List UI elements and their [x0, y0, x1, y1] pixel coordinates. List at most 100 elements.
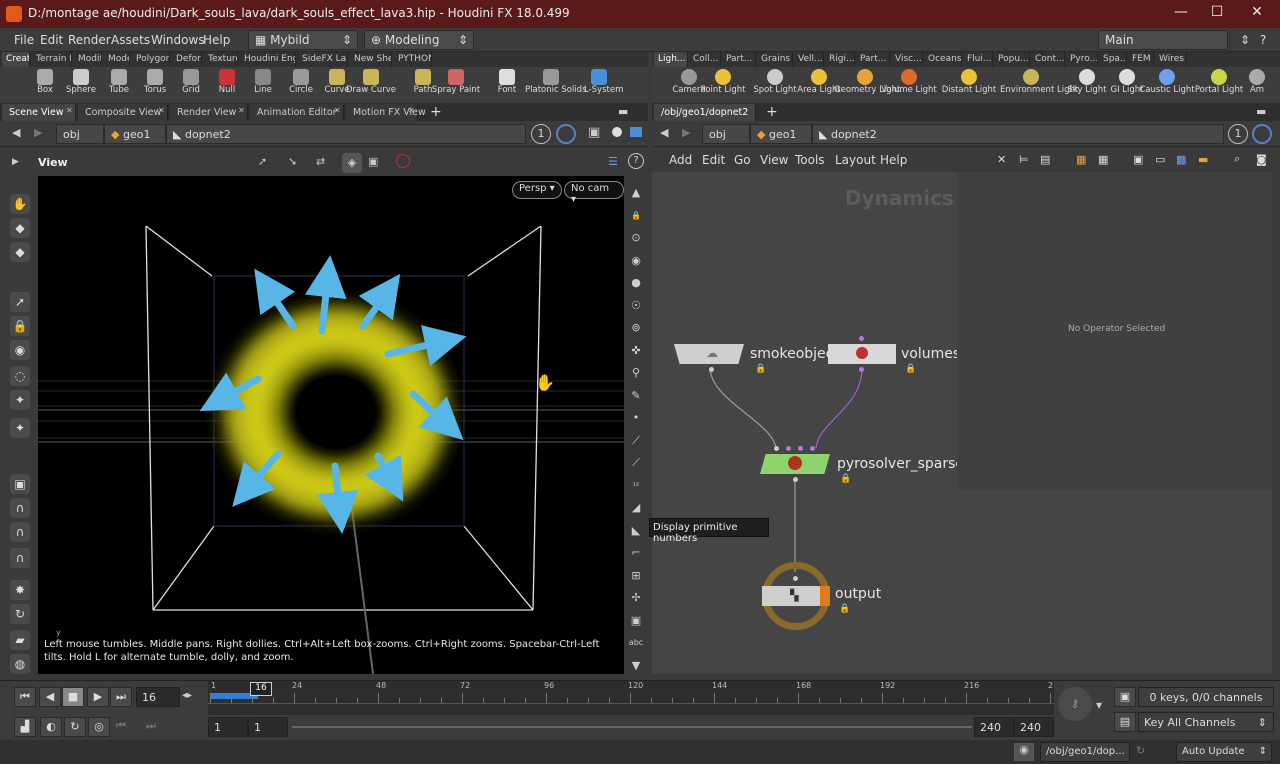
pane-menu-icon[interactable]: ▬ [618, 105, 628, 118]
tool-grid[interactable]: Grid [176, 67, 206, 103]
jump-start-button[interactable]: ⏮ [14, 687, 36, 707]
tool-volume-light[interactable]: Volume Light [878, 67, 940, 103]
shelf-tab-model[interactable]: Model [104, 52, 130, 67]
net-menu-tools[interactable]: Tools [795, 153, 825, 167]
display-option-icon[interactable]: ✜ [627, 342, 645, 360]
viewport-menu-icon[interactable]: ▶ [12, 157, 19, 167]
shelf-tab-python[interactable]: PYTHON [394, 52, 432, 67]
input-connector-2[interactable] [786, 446, 791, 451]
grid-view-icon[interactable]: ▦ [1076, 153, 1086, 166]
snap-icon[interactable]: ◈ [342, 153, 362, 173]
magnet-icon[interactable]: ∩ [10, 548, 30, 568]
breadcrumb-geo[interactable]: ◆ geo1 [750, 124, 812, 144]
shelf-tab-sidefx-labs[interactable]: SideFX Labs [298, 52, 348, 67]
loop-icon[interactable]: ↻ [64, 717, 86, 737]
persp-menu[interactable]: Persp ▾ [512, 181, 562, 199]
pane-menu-icon[interactable]: ▬ [1256, 105, 1266, 118]
breadcrumb-dopnet[interactable]: ◣ dopnet2 [166, 124, 526, 144]
tool-sky-light[interactable]: Sky Light [1065, 67, 1109, 103]
close-tab-icon[interactable]: ✕ [334, 106, 341, 115]
close-tab-icon[interactable]: ✕ [238, 106, 245, 115]
shelf-tab-houdini-engine[interactable]: Houdini Engine [240, 52, 296, 67]
display-option-icon[interactable]: ⟋ [627, 454, 645, 472]
shelf-tab-wires-15[interactable]: Wires [1155, 52, 1187, 67]
current-frame-field[interactable]: 16 [136, 687, 180, 707]
params-scrollbar[interactable] [1272, 172, 1280, 674]
net-menu-layout[interactable]: Layout [835, 153, 876, 167]
display-option-icon[interactable]: ● [627, 274, 645, 292]
tool-tube[interactable]: Tube [104, 67, 134, 103]
box-select-icon[interactable]: ▣ [10, 474, 30, 494]
shelf-tab-flui--9[interactable]: Flui... [963, 52, 993, 67]
minimize-button[interactable]: — [1170, 4, 1192, 24]
forward-arrow-icon[interactable]: ▶ [682, 126, 690, 139]
shelf-tab-part--6[interactable]: Part... [856, 52, 890, 67]
shelf-tab-vell--4[interactable]: Vell... [794, 52, 824, 67]
display-option-icon[interactable]: ⊞ [627, 567, 645, 585]
tool-distant-light[interactable]: Distant Light [938, 67, 1000, 103]
stop-button[interactable]: ■ [62, 687, 84, 707]
key-prev-icon[interactable]: ⏮ [116, 719, 126, 733]
shelf-tab-rigi--5[interactable]: Rigi... [825, 52, 855, 67]
close-button[interactable]: ✕ [1246, 4, 1268, 24]
menu-help[interactable]: Help [203, 33, 230, 47]
playback-end-field[interactable]: 240 [974, 717, 1014, 737]
input-connector-3[interactable] [798, 446, 803, 451]
shelf-tab-part--2[interactable]: Part... [722, 52, 756, 67]
shelf-tab-ligh--0[interactable]: Ligh... [654, 52, 688, 67]
palette-icon[interactable]: ▩ [1176, 153, 1186, 166]
display-option-icon[interactable]: • [627, 409, 645, 427]
table-icon[interactable]: ▦ [1098, 153, 1108, 166]
chevron-updown-icon[interactable]: ⇕ [1240, 33, 1250, 47]
camera-icon[interactable]: ◙ [1256, 153, 1267, 166]
tool-torus[interactable]: Torus [140, 67, 170, 103]
display-option-icon[interactable]: ⊙ [627, 229, 645, 247]
keys-status[interactable]: 0 keys, 0/0 channels [1138, 687, 1274, 707]
display-option-icon[interactable]: ☉ [627, 297, 645, 315]
folder-icon[interactable]: ▬ [1198, 153, 1208, 166]
add-tab-icon[interactable]: + [766, 104, 778, 120]
tool-line[interactable]: Line [248, 67, 278, 103]
magnet-icon[interactable]: ∩ [10, 498, 30, 518]
list-icon[interactable]: ▤ [1040, 153, 1050, 166]
input-connector[interactable] [859, 336, 864, 341]
network-canvas[interactable]: Dynamics ☁ smokeobjec 🔒 volumes 🔒 pyroso… [652, 172, 973, 674]
menu-assets[interactable]: Assets [111, 33, 150, 47]
range-slider[interactable] [292, 726, 972, 728]
output-connector[interactable] [709, 367, 714, 372]
record-icon[interactable] [396, 154, 410, 168]
pyrosolver-node[interactable] [760, 446, 830, 482]
display-flag[interactable] [820, 586, 830, 606]
key-all-channels-select[interactable]: Key All Channels ⇕ [1138, 712, 1274, 732]
start-frame-field[interactable]: 1 [208, 717, 248, 737]
display-option-icon[interactable]: abc [627, 634, 645, 652]
breadcrumb-obj[interactable]: obj [56, 124, 104, 144]
display-option-icon[interactable]: 🔒 [627, 207, 645, 225]
desktop-select[interactable]: ▦ Mybild ⇕ [248, 30, 358, 50]
display-options-icon[interactable]: ☰ [608, 155, 618, 168]
search-icon[interactable]: ⌕ [1234, 152, 1240, 166]
add-tab-icon[interactable]: + [430, 104, 442, 120]
realtime-icon[interactable]: ▟ [14, 717, 36, 737]
magnet-icon[interactable]: ∩ [10, 522, 30, 542]
help-icon[interactable]: ? [628, 153, 644, 169]
frame-icon[interactable]: ▣ [368, 155, 378, 168]
link-icon[interactable] [1252, 124, 1272, 144]
shelf-tab-modify[interactable]: Modify [74, 52, 102, 67]
jump-end-button[interactable]: ⏭ [110, 687, 132, 707]
display-option-icon[interactable]: ▲ [627, 184, 645, 202]
wrench-icon[interactable]: ✕ [997, 153, 1006, 166]
display-option-icon[interactable]: ✎ [627, 387, 645, 405]
key-icon[interactable]: ⚷ [1058, 687, 1092, 721]
display-option-icon[interactable]: ▼ [627, 657, 645, 675]
net-menu-view[interactable]: View [760, 153, 788, 167]
tab-animation-editor[interactable]: Animation Editor [250, 104, 344, 121]
end-frame-field[interactable]: 240 [1014, 717, 1054, 737]
pin-badge[interactable]: 1 [531, 124, 551, 144]
box-icon[interactable]: ▣ [588, 125, 600, 140]
menu-windows[interactable]: Windows [151, 33, 205, 47]
playback-start-field[interactable]: 1 [248, 717, 288, 737]
tool-platonic-solids[interactable]: Platonic Solids [525, 67, 587, 103]
display-option-icon[interactable]: ⊚ [627, 319, 645, 337]
shelf-tab-polygon[interactable]: Polygon [132, 52, 170, 67]
